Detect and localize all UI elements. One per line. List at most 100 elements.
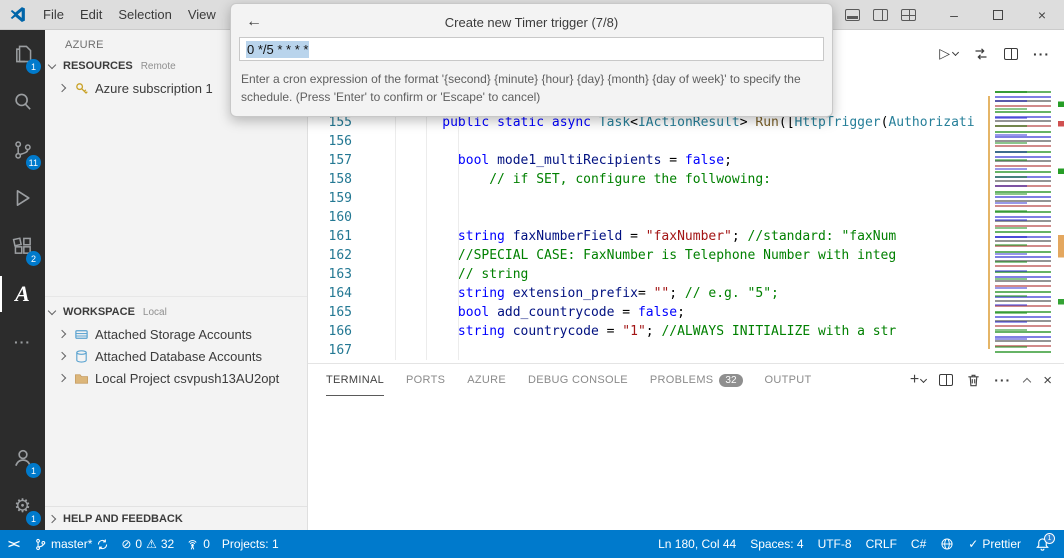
menu-view[interactable]: View xyxy=(180,0,224,30)
panel-more-actions-button[interactable]: ··· xyxy=(994,372,1011,388)
accounts-badge: 1 xyxy=(26,463,41,478)
close-window-button[interactable]: × xyxy=(1020,0,1064,30)
line-number: 157 xyxy=(308,151,352,170)
split-editor-button[interactable] xyxy=(1004,48,1018,60)
language-mode[interactable]: C# xyxy=(911,537,926,551)
tab-output[interactable]: OUTPUT xyxy=(765,364,812,396)
customize-layout-icon[interactable] xyxy=(901,9,916,21)
code-line[interactable]: 159 xyxy=(308,189,988,208)
notifications-button[interactable]: 1 xyxy=(1035,537,1050,552)
maximize-panel-button[interactable] xyxy=(1023,377,1031,385)
chevron-right-icon xyxy=(48,514,56,522)
tree-item-attached-database[interactable]: Attached Database Accounts xyxy=(45,345,307,367)
section-help-label: HELP AND FEEDBACK xyxy=(63,513,183,525)
tree-item-local-project[interactable]: Local Project csvpush13AU2opt xyxy=(45,367,307,389)
projects-label: Projects: 1 xyxy=(222,537,279,551)
azure-icon: A xyxy=(15,281,30,307)
code-line[interactable]: 156 xyxy=(308,132,988,151)
close-panel-button[interactable]: × xyxy=(1043,372,1052,389)
search-icon xyxy=(12,91,34,113)
activity-explorer-button[interactable]: 1 xyxy=(0,30,45,78)
code-line[interactable]: 157 bool mode1_multiRecipients = false; xyxy=(308,151,988,170)
activity-source-control-button[interactable]: 11 xyxy=(0,126,45,174)
activity-azure-button[interactable]: A xyxy=(0,270,45,318)
projects-status[interactable]: Projects: 1 xyxy=(222,537,279,551)
encoding-status[interactable]: UTF-8 xyxy=(818,537,852,551)
problems-badge: 32 xyxy=(719,374,742,387)
activity-search-button[interactable] xyxy=(0,78,45,126)
minimize-button[interactable]: – xyxy=(932,0,976,30)
activity-extensions-button[interactable]: 2 xyxy=(0,222,45,270)
status-left: >< master* ⊘ 0 ⚠ 32 0 xyxy=(0,537,279,551)
new-terminal-button[interactable]: + xyxy=(910,371,926,389)
tab-label: PROBLEMS xyxy=(650,374,714,386)
tab-debug-console[interactable]: DEBUG CONSOLE xyxy=(528,364,628,396)
maximize-button[interactable] xyxy=(976,0,1020,30)
formatter-status[interactable]: ✓ Prettier xyxy=(968,537,1021,551)
globe-icon xyxy=(940,537,954,551)
section-workspace[interactable]: WORKSPACE Local xyxy=(45,301,307,323)
tab-azure[interactable]: AZURE xyxy=(467,364,506,396)
tab-ports[interactable]: PORTS xyxy=(406,364,445,396)
code-line[interactable]: 165 bool add_countrycode = false; xyxy=(308,303,988,322)
toggle-secondary-sidebar-icon[interactable] xyxy=(873,9,888,21)
minimap[interactable] xyxy=(988,85,1064,363)
cron-input-value: 0 */5 * * * * xyxy=(246,41,309,58)
activity-run-debug-button[interactable] xyxy=(0,174,45,222)
code-line[interactable]: 164 string extension_prefix= ""; // e.g.… xyxy=(308,284,988,303)
settings-button[interactable]: ⚙ 1 xyxy=(0,482,45,530)
warning-count: 32 xyxy=(161,537,174,551)
accounts-button[interactable]: 1 xyxy=(0,434,45,482)
cron-input[interactable]: 0 */5 * * * * xyxy=(239,37,824,61)
error-count: 0 xyxy=(135,537,142,551)
code-line[interactable]: 163 // string xyxy=(308,265,988,284)
line-content: string faxNumberField = "faxNumber"; //s… xyxy=(364,227,896,246)
menu-selection[interactable]: Selection xyxy=(110,0,179,30)
menu-edit[interactable]: Edit xyxy=(72,0,110,30)
chevron-down-icon xyxy=(48,306,56,314)
radio-tower-icon xyxy=(186,538,199,551)
section-help-feedback[interactable]: HELP AND FEEDBACK xyxy=(45,506,307,530)
maximize-icon xyxy=(993,10,1003,20)
remote-indicator[interactable]: >< xyxy=(8,537,22,551)
menu-file[interactable]: File xyxy=(35,0,72,30)
code-line[interactable]: 162 //SPECIAL CASE: FaxNumber is Telepho… xyxy=(308,246,988,265)
back-button[interactable]: ← xyxy=(243,11,265,33)
code-line[interactable]: 161 string faxNumberField = "faxNumber";… xyxy=(308,227,988,246)
tree-item-attached-storage[interactable]: Attached Storage Accounts xyxy=(45,323,307,345)
code-line[interactable]: 160 xyxy=(308,208,988,227)
ports-status[interactable]: 0 xyxy=(186,537,210,551)
code-line[interactable]: 166 string countrycode = "1"; //ALWAYS I… xyxy=(308,322,988,341)
eol-status[interactable]: CRLF xyxy=(866,537,897,551)
editor-more-actions-button[interactable]: ··· xyxy=(1033,46,1050,62)
section-workspace-context: Local xyxy=(143,307,167,318)
dialog-description: Enter a cron expression of the format '{… xyxy=(237,61,826,112)
code-area[interactable]: 155 public static async Task<IActionResu… xyxy=(308,113,988,363)
split-terminal-button[interactable] xyxy=(939,374,953,386)
cursor-position[interactable]: Ln 180, Col 44 xyxy=(658,537,736,551)
chevron-right-icon xyxy=(58,84,66,92)
chevron-right-icon xyxy=(58,374,66,382)
branch-status[interactable]: master* xyxy=(34,537,109,551)
feedback-button[interactable] xyxy=(940,537,954,551)
run-or-debug-button[interactable]: ▷ xyxy=(939,45,958,62)
line-number: 156 xyxy=(308,132,352,151)
problems-status[interactable]: ⊘ 0 ⚠ 32 xyxy=(121,537,174,551)
sync-icon xyxy=(96,538,109,551)
code-line[interactable]: 167 xyxy=(308,341,988,360)
tab-label: TERMINAL xyxy=(326,374,384,386)
storage-icon xyxy=(73,326,89,342)
tree-item-label: Local Project csvpush13AU2opt xyxy=(95,371,279,386)
indentation-status[interactable]: Spaces: 4 xyxy=(750,537,803,551)
line-number: 159 xyxy=(308,189,352,208)
kill-terminal-button[interactable] xyxy=(966,373,981,388)
tab-problems[interactable]: PROBLEMS 32 xyxy=(650,364,743,396)
activity-more-button[interactable]: ··· xyxy=(0,318,45,366)
vscode-logo-icon xyxy=(10,6,27,23)
open-changes-icon[interactable] xyxy=(973,46,989,62)
toggle-panel-icon[interactable] xyxy=(845,9,860,21)
terminal-content[interactable] xyxy=(308,396,1064,531)
section-resources-context: Remote xyxy=(141,61,176,72)
code-line[interactable]: 158 // if SET, configure the follwowing: xyxy=(308,170,988,189)
tab-terminal[interactable]: TERMINAL xyxy=(326,364,384,396)
